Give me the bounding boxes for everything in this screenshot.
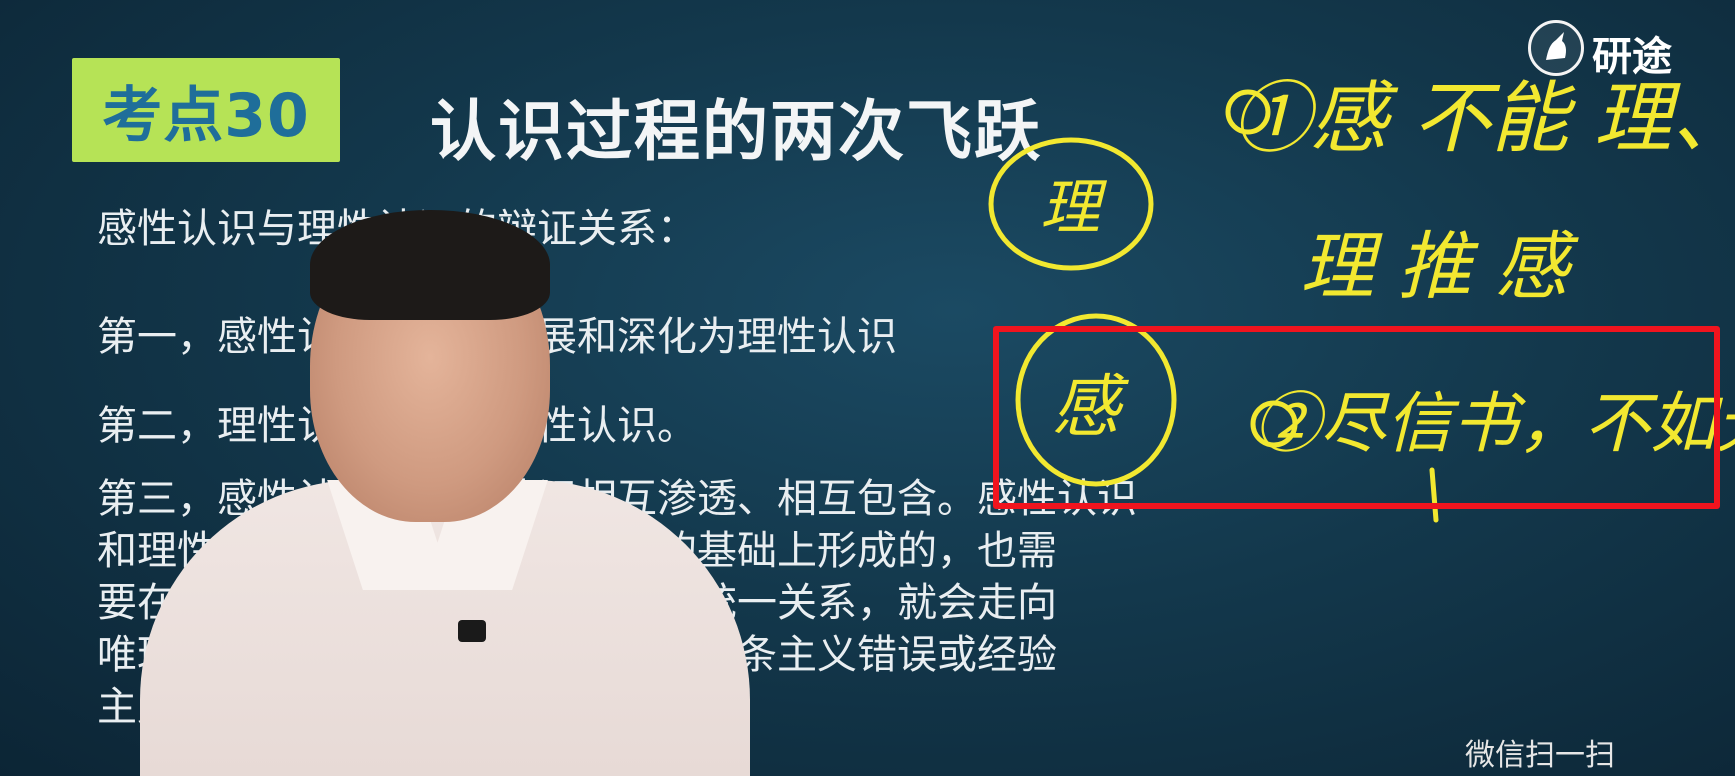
presenter [140,210,750,776]
brand-logo: 研途 [1528,20,1688,80]
presenter-hair [310,210,550,320]
lapel-mic-icon [458,620,486,642]
circled-char-1: 理 [1040,173,1108,243]
red-highlight-box [993,326,1720,509]
wechat-scan-label[interactable]: 微信扫一扫 [1465,730,1615,774]
circled-number-1-mark [1225,89,1271,135]
note-line-2: 理 推 感 [1300,224,1579,310]
topic-badge: 考点30 [72,58,340,162]
slide-title: 认识过程的两次飞跃 [430,93,1042,170]
unicorn-icon [1528,20,1584,76]
video-frame[interactable]: 考点30 认识过程的两次飞跃 感性认识与理性认识的辩证关系： 第一，感性认识有待… [0,0,1735,776]
lecture-slide: 考点30 认识过程的两次飞跃 感性认识与理性认识的辩证关系： 第一，感性认识有待… [0,0,1735,776]
note-line-1: ①感 不能 理、 [1232,74,1735,164]
topic-badge-text: 考点30 [102,80,310,151]
brand-logo-text: 研途 [1592,34,1672,80]
unicorn-icon-glyph [1546,32,1566,60]
